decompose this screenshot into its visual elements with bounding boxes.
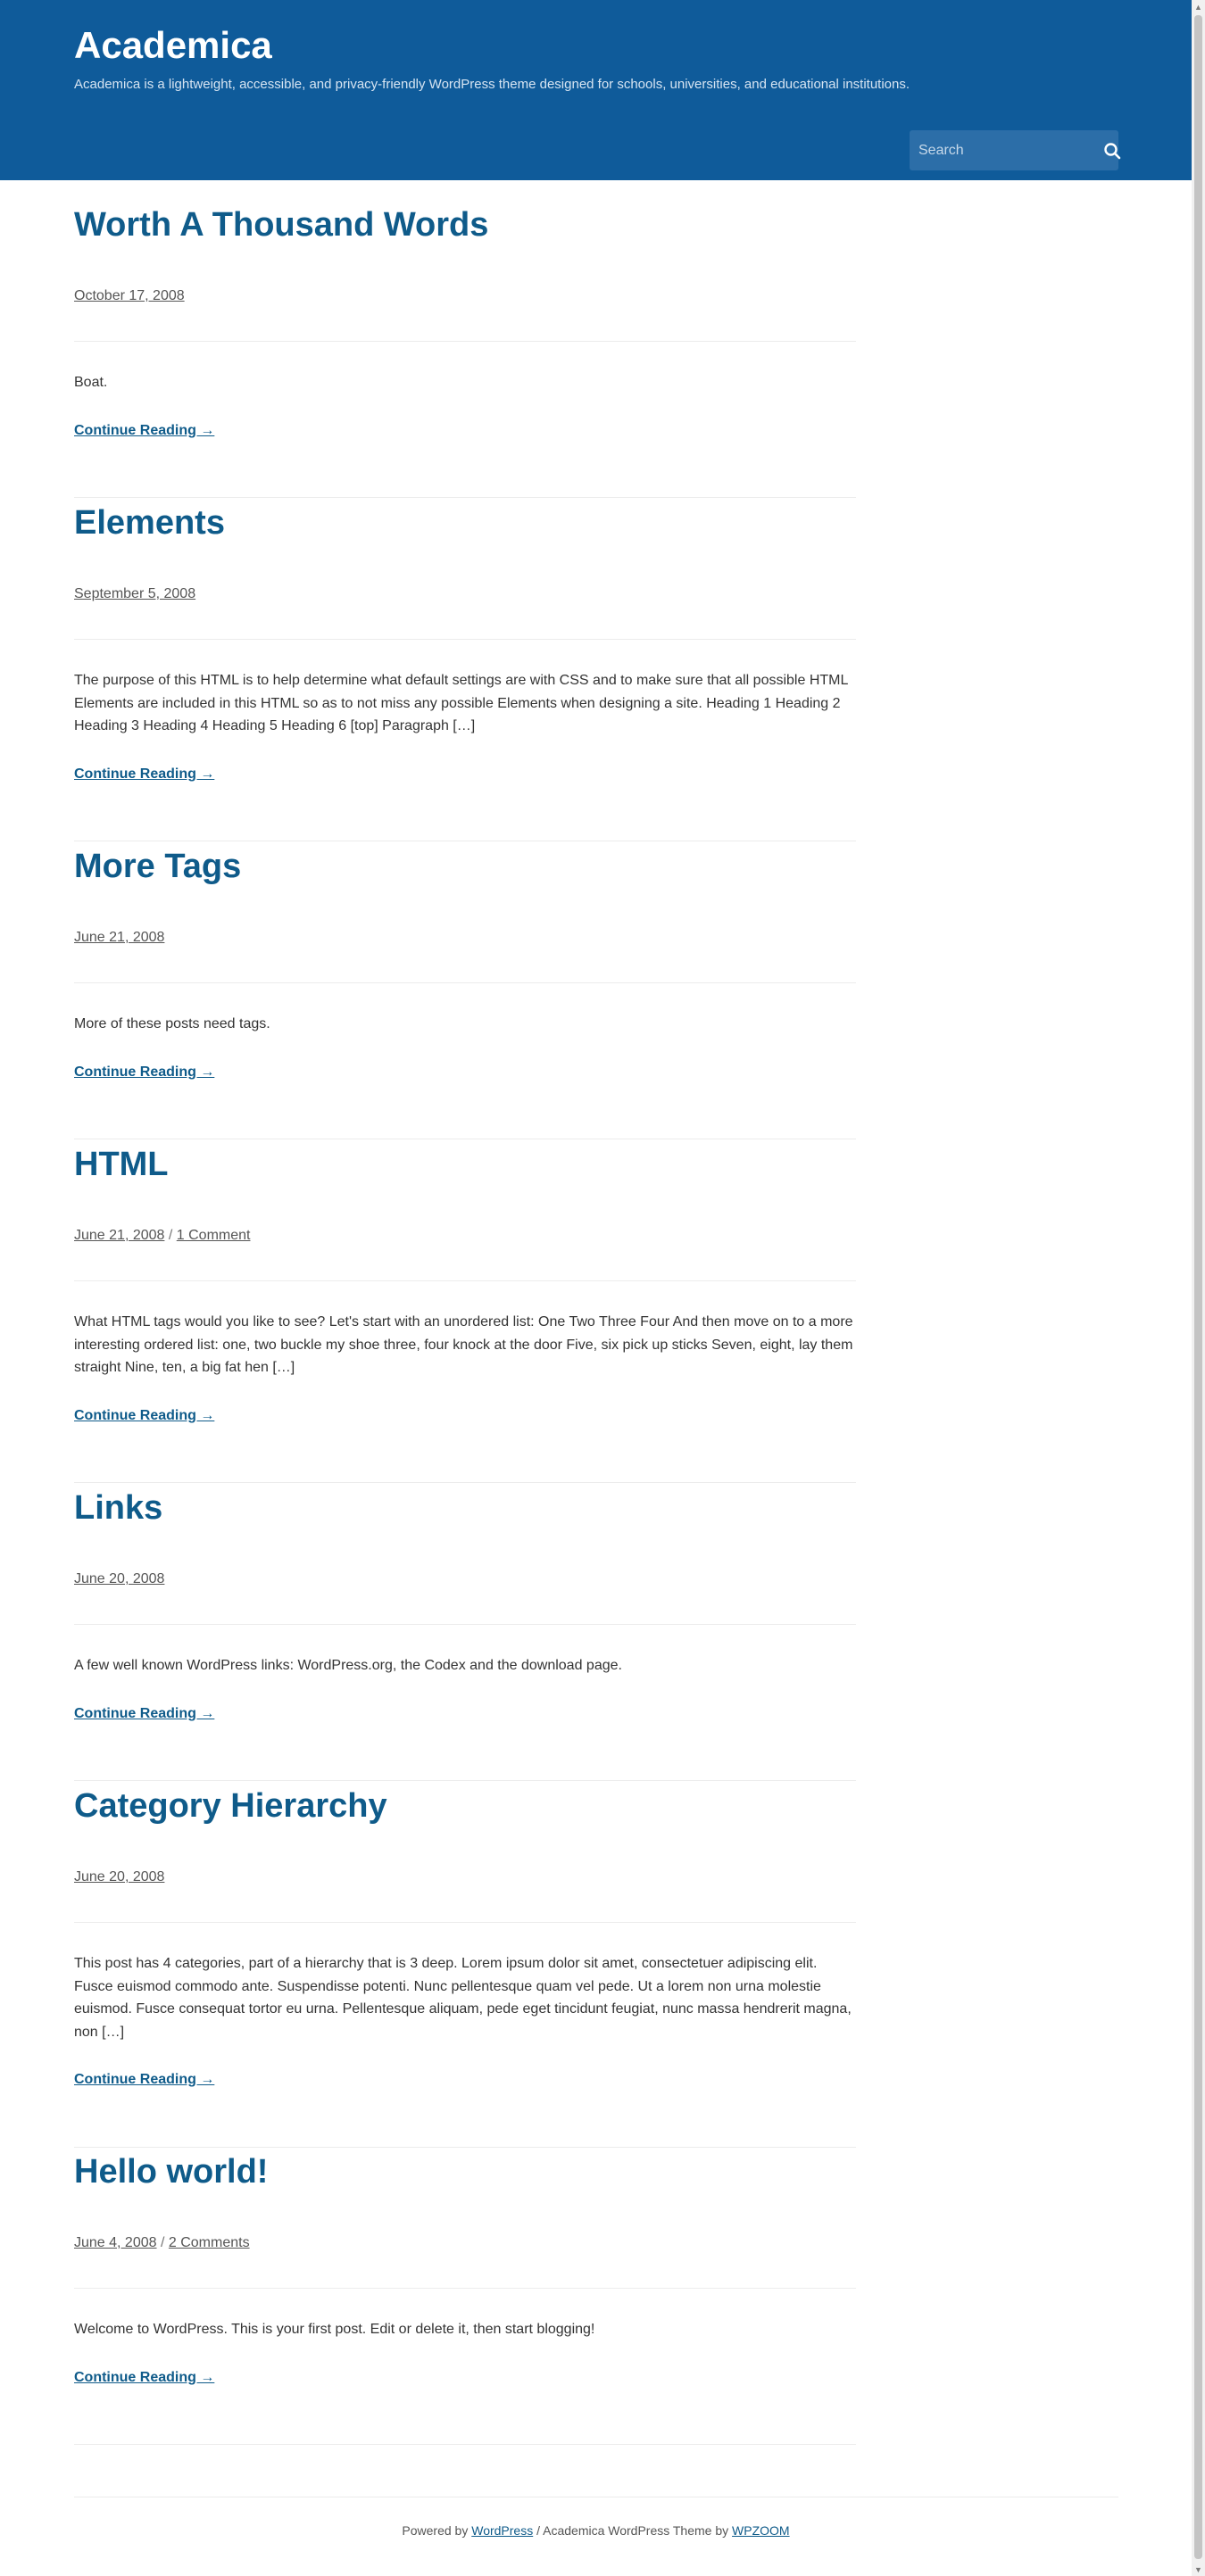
footer-theme-text: / Academica WordPress Theme by [536, 2523, 729, 2538]
post: Links June 20, 2008 A few well known Wor… [74, 1488, 856, 1781]
meta-separator: / [160, 2235, 169, 2250]
post-date-link[interactable]: September 5, 2008 [74, 586, 195, 601]
scrollbar-thumb[interactable] [1194, 15, 1202, 2559]
post-divider [74, 1922, 856, 1923]
post-separator [74, 1482, 856, 1483]
post-separator [74, 2147, 856, 2148]
post-title[interactable]: Links [74, 1488, 162, 1529]
site-description: Academica is a lightweight, accessible, … [74, 77, 910, 92]
post-meta: June 21, 2008 / 1 Comment [74, 1228, 250, 1244]
post: Category Hierarchy June 20, 2008 This po… [74, 1786, 856, 2148]
post-excerpt: What HTML tags would you like to see? Le… [74, 1314, 853, 1375]
search-form [910, 130, 1121, 170]
search-icon [1104, 142, 1121, 159]
footer-powered-by: Powered by [402, 2523, 469, 2538]
post-title[interactable]: Category Hierarchy [74, 1786, 387, 1827]
nav-bar [0, 120, 1192, 180]
meta-separator: / [168, 1228, 177, 1243]
post-meta: June 20, 2008 [74, 1869, 164, 1885]
post: More Tags June 21, 2008 More of these po… [74, 847, 856, 1139]
post-comments-link[interactable]: 1 Comment [177, 1228, 251, 1243]
post-title[interactable]: More Tags [74, 847, 241, 888]
post-separator [74, 1780, 856, 1781]
continue-reading-link[interactable]: Continue Reading → [74, 423, 214, 439]
post-date-link[interactable]: June 4, 2008 [74, 2235, 157, 2250]
post-divider [74, 1624, 856, 1625]
post-excerpt: More of these posts need tags. [74, 1016, 270, 1031]
post: Worth A Thousand Words October 17, 2008 … [74, 205, 856, 498]
site-title[interactable]: Academica [74, 23, 272, 68]
post-title[interactable]: Hello world! [74, 2152, 268, 2193]
post-date-link[interactable]: June 21, 2008 [74, 1228, 164, 1243]
post-separator [74, 2444, 856, 2445]
post: HTML June 21, 2008 / 1 Comment What HTML… [74, 1145, 856, 1483]
post-comments-link[interactable]: 2 Comments [169, 2235, 250, 2250]
vertical-scrollbar[interactable]: ▲ ▼ [1192, 0, 1205, 2576]
scroll-down-arrow-icon[interactable]: ▼ [1192, 2563, 1205, 2576]
post-excerpt: This post has 4 categories, part of a hi… [74, 1956, 852, 2040]
post-meta: October 17, 2008 [74, 288, 185, 304]
post: Elements September 5, 2008 The purpose o… [74, 503, 856, 841]
post-title[interactable]: HTML [74, 1145, 169, 1186]
continue-reading-link[interactable]: Continue Reading → [74, 1064, 214, 1081]
post: Hello world! June 4, 2008 / 2 Comments W… [74, 2152, 856, 2445]
post-excerpt: Boat. [74, 375, 108, 390]
post-meta: June 21, 2008 [74, 930, 164, 946]
continue-reading-link[interactable]: Continue Reading → [74, 766, 214, 783]
post-date-link[interactable]: October 17, 2008 [74, 288, 185, 303]
continue-reading-link[interactable]: Continue Reading → [74, 2370, 214, 2386]
continue-reading-link[interactable]: Continue Reading → [74, 2072, 214, 2088]
search-button[interactable] [1103, 130, 1121, 170]
scroll-up-arrow-icon[interactable]: ▲ [1192, 0, 1205, 13]
post-date-link[interactable]: June 21, 2008 [74, 930, 164, 945]
post-separator [74, 497, 856, 498]
footer-wordpress-link[interactable]: WordPress [471, 2523, 533, 2538]
post-excerpt: Welcome to WordPress. This is your first… [74, 2322, 595, 2337]
post-excerpt: The purpose of this HTML is to help dete… [74, 673, 848, 733]
post-date-link[interactable]: June 20, 2008 [74, 1869, 164, 1884]
post-divider [74, 1280, 856, 1281]
site-footer: Powered by WordPress / Academica WordPre… [0, 2523, 1192, 2538]
post-title[interactable]: Elements [74, 503, 225, 544]
post-meta: June 4, 2008 / 2 Comments [74, 2235, 250, 2251]
post-divider [74, 341, 856, 342]
post-divider [74, 982, 856, 983]
post-excerpt: A few well known WordPress links: WordPr… [74, 1658, 622, 1673]
continue-reading-link[interactable]: Continue Reading → [74, 1408, 214, 1424]
continue-reading-link[interactable]: Continue Reading → [74, 1706, 214, 1722]
site-header: Academica Academica is a lightweight, ac… [0, 0, 1192, 121]
post-title[interactable]: Worth A Thousand Words [74, 205, 488, 246]
footer-wpzoom-link[interactable]: WPZOOM [732, 2523, 790, 2538]
post-divider [74, 2288, 856, 2289]
page: Academica Academica is a lightweight, ac… [0, 0, 1192, 2538]
post-meta: June 20, 2008 [74, 1571, 164, 1587]
post-date-link[interactable]: June 20, 2008 [74, 1571, 164, 1586]
post-divider [74, 639, 856, 640]
search-input[interactable] [910, 130, 1103, 170]
post-meta: September 5, 2008 [74, 586, 195, 602]
